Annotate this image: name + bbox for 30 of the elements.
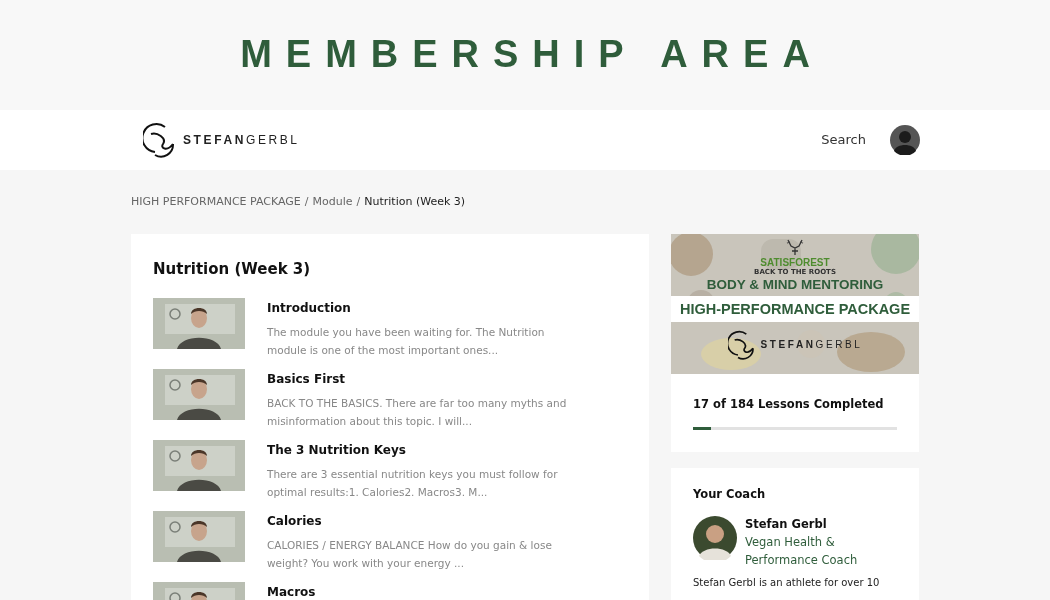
lesson-title[interactable]: Calories: [267, 512, 567, 530]
lesson-description: There are 3 essential nutrition keys you must follow for optimal results:1. Calories2. Macros3. M...: [267, 467, 559, 500]
banner-headline: BODY & MIND MENTORING: [706, 276, 884, 293]
avatar-icon[interactable]: [890, 125, 920, 155]
lesson-title[interactable]: Basics First: [267, 370, 567, 388]
banner-logo: STEFANGERBL: [727, 329, 863, 360]
module-title: Nutrition (Week 3): [153, 258, 312, 280]
lesson-description: The module you have been waiting for. The Nutrition module is one of the most important ones...: [267, 325, 546, 358]
coach-name: Stefan Gerbl: [745, 516, 828, 533]
coach-bio: Stefan Gerbl is an athlete for over 10: [693, 576, 881, 591]
lesson-description: CALORIES / ENERGY BALANCE How do you gain & lose weight? You work with your energy ...: [267, 538, 553, 571]
package-name: HIGH-PERFORMANCE PACKAGE: [671, 295, 919, 322]
section-heading: Your Coach: [693, 485, 767, 503]
lesson-title[interactable]: Introduction: [267, 299, 567, 317]
coach-avatar: [693, 516, 737, 560]
breadcrumb-separator: /: [304, 194, 309, 210]
breadcrumb-link[interactable]: Module: [312, 194, 353, 211]
lesson-title[interactable]: The 3 Nutrition Keys: [267, 441, 567, 459]
search-link[interactable]: Search: [821, 130, 866, 150]
lesson-description: BACK TO THE BASICS. There are far too many myths and misinformation about this topic. I will...: [267, 396, 567, 429]
breadcrumb-link[interactable]: HIGH PERFORMANCE PACKAGE: [131, 194, 301, 211]
brand-name: SATISFOREST: [760, 257, 830, 268]
deer-icon: [784, 237, 806, 256]
breadcrumb-separator: /: [356, 194, 361, 210]
page-title: MEMBERSHIP AREA: [240, 32, 824, 78]
lesson-title[interactable]: Macros: [267, 583, 316, 600]
progress-text: 17 of 184 Lessons Completed: [693, 395, 885, 413]
site-logo[interactable]: STEFANGERBL: [143, 122, 300, 158]
coach-role: Vegan Health & Performance Coach: [745, 534, 859, 570]
breadcrumb-current: Nutrition (Week 3): [364, 194, 466, 210]
